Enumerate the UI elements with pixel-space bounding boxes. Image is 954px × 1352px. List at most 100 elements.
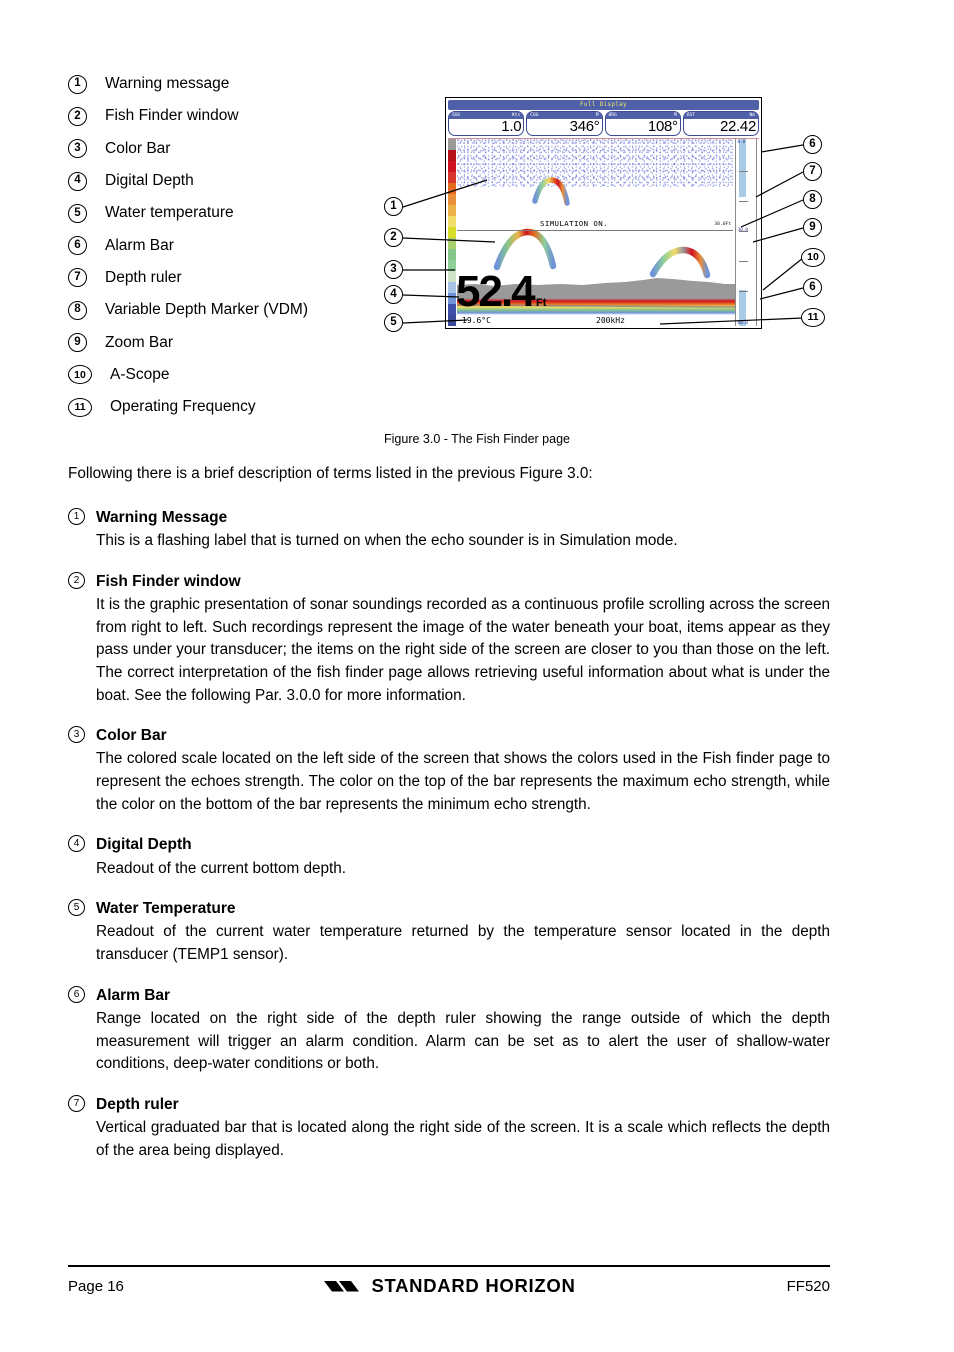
legend-row: 2 Fish Finder window bbox=[68, 100, 398, 132]
data-cell-value: 1.0 bbox=[501, 118, 522, 135]
term-description: This is a flashing label that is turned … bbox=[96, 532, 678, 550]
legend-number-badge: 7 bbox=[68, 268, 87, 288]
color-bar-segment bbox=[448, 216, 456, 227]
term-title: Fish Finder window bbox=[96, 572, 241, 590]
ruler-tick bbox=[739, 261, 748, 262]
color-bar-segment bbox=[448, 161, 456, 172]
figure-legend-list: 1 Warning message 2 Fish Finder window 3 Colo… bbox=[68, 68, 398, 423]
data-cell-value: 22.42 bbox=[719, 118, 756, 135]
legend-row: 4 Digital Depth bbox=[68, 165, 398, 197]
legend-label: Color Bar bbox=[105, 139, 171, 157]
operating-frequency-value: 200kHz bbox=[596, 316, 625, 325]
callout-3: 3 bbox=[384, 260, 403, 279]
data-cell-sog: SOG Kts 1.0 bbox=[448, 111, 525, 136]
color-bar-segment bbox=[448, 172, 456, 183]
data-cell-cog: COG M 346° bbox=[526, 111, 603, 136]
legend-label: Warning message bbox=[105, 75, 230, 93]
term-block: 4 Digital Depth Readout of the current bot… bbox=[68, 833, 830, 880]
color-bar-segment bbox=[448, 304, 456, 315]
data-cell-brg: BRG M 108° bbox=[604, 111, 681, 136]
legend-row: 7 Depth ruler bbox=[68, 262, 398, 294]
legend-number-badge: 3 bbox=[68, 139, 87, 159]
term-description: Readout of the current water temperature… bbox=[96, 923, 830, 964]
legend-number-badge: 2 bbox=[68, 106, 87, 126]
term-block: 7 Depth ruler Vertical graduated bar that … bbox=[68, 1093, 830, 1163]
standard-horizon-logo-icon bbox=[324, 1280, 360, 1291]
footer-brand-name: STANDARD HORIZON bbox=[371, 1275, 576, 1296]
term-title: Water Temperature bbox=[96, 900, 236, 918]
body-text-container: Following there is a brief description o… bbox=[68, 463, 830, 1179]
callout-2: 2 bbox=[384, 228, 403, 247]
terms-list: 1 Warning Message This is a flashing label… bbox=[68, 506, 830, 1162]
term-title: Warning Message bbox=[96, 508, 228, 526]
figure-caption: Figure 3.0 - The Fish Finder page bbox=[384, 432, 570, 446]
color-bar-segment bbox=[448, 238, 456, 249]
legend-row: 3 Color Bar bbox=[68, 133, 398, 165]
callout-9: 9 bbox=[803, 218, 822, 237]
term-title: Digital Depth bbox=[96, 836, 192, 854]
term-block: 2 Fish Finder window It is the graphic pre… bbox=[68, 570, 830, 707]
color-bar-segment bbox=[448, 260, 456, 271]
ruler-label-mid: 30.0 bbox=[737, 228, 748, 233]
color-bar-segment bbox=[448, 271, 456, 282]
depth-ruler-zone: 0.0 30.0 60.0 bbox=[733, 139, 759, 326]
ruler-tick bbox=[739, 171, 748, 172]
term-description: Range located on the right side of the d… bbox=[96, 1009, 830, 1073]
legend-number-badge: 11 bbox=[68, 397, 92, 417]
legend-row: 5 Water temperature bbox=[68, 197, 398, 229]
page-footer: Page 16 STANDARD HORIZON FF520 bbox=[68, 1272, 830, 1300]
data-cell-value: 108° bbox=[647, 118, 678, 135]
legend-label: Variable Depth Marker (VDM) bbox=[105, 301, 308, 319]
zoom-bar bbox=[748, 139, 755, 326]
digital-depth-unit: Ft bbox=[536, 297, 547, 309]
water-temperature-value: 19.6°C bbox=[462, 316, 491, 325]
legend-number-badge: 5 bbox=[68, 203, 87, 223]
legend-row: 1 Warning message bbox=[68, 68, 398, 100]
term-heading: 4 Digital Depth bbox=[68, 833, 830, 856]
ruler-label-top: 0.0 bbox=[737, 139, 746, 145]
color-bar-segment bbox=[448, 315, 456, 326]
legend-row: 8 Variable Depth Marker (VDM) bbox=[68, 294, 398, 326]
color-bar-segment bbox=[448, 183, 456, 194]
color-bar-segment bbox=[448, 282, 456, 293]
legend-number-badge: 8 bbox=[68, 300, 87, 320]
callout-8: 8 bbox=[803, 190, 822, 209]
color-bar-segment bbox=[448, 249, 456, 260]
data-cell-dst: DST Nm 22.42 bbox=[682, 111, 759, 136]
data-cell-value: 346° bbox=[569, 118, 600, 135]
legend-row: 10 A-Scope bbox=[68, 359, 398, 391]
term-number-badge: 7 bbox=[68, 1094, 85, 1112]
color-bar-segment bbox=[448, 194, 456, 205]
legend-row: 6 Alarm Bar bbox=[68, 229, 398, 261]
term-description: Vertical graduated bar that is located a… bbox=[96, 1119, 830, 1159]
callout-7: 7 bbox=[803, 162, 822, 181]
legend-number-badge: 10 bbox=[68, 365, 92, 385]
legend-row: 9 Zoom Bar bbox=[68, 326, 398, 358]
color-bar bbox=[448, 139, 456, 326]
footer-divider bbox=[68, 1265, 830, 1267]
callout-6a: 6 bbox=[803, 135, 822, 154]
device-screen: Full Display SOG Kts 1.0 COG M 346° BRG M 108° DS… bbox=[445, 97, 762, 329]
term-number-badge: 1 bbox=[68, 507, 85, 525]
term-heading: 1 Warning Message bbox=[68, 506, 830, 529]
color-bar-segment bbox=[448, 139, 456, 150]
legend-number-badge: 4 bbox=[68, 171, 87, 191]
color-bar-segment bbox=[448, 293, 456, 304]
digital-depth-value: 52.4 bbox=[456, 266, 536, 316]
footer-brand: STANDARD HORIZON bbox=[238, 1275, 660, 1297]
warning-message: SIMULATION ON. bbox=[540, 219, 608, 228]
term-title: Color Bar bbox=[96, 727, 167, 745]
legend-number-badge: 1 bbox=[68, 74, 87, 94]
term-title: Alarm Bar bbox=[96, 986, 171, 1004]
footer-page-number: Page 16 bbox=[68, 1277, 124, 1295]
color-bar-segment bbox=[448, 150, 456, 161]
intro-paragraph: Following there is a brief description o… bbox=[68, 465, 593, 482]
callout-6b: 6 bbox=[803, 278, 822, 297]
legend-number-badge: 6 bbox=[68, 236, 87, 256]
ruler-tick bbox=[739, 201, 748, 202]
term-description: The colored scale located on the left si… bbox=[96, 750, 830, 813]
legend-label: A-Scope bbox=[110, 365, 170, 383]
term-block: 1 Warning Message This is a flashing label… bbox=[68, 506, 830, 553]
legend-label: Alarm Bar bbox=[105, 236, 174, 254]
term-heading: 5 Water Temperature bbox=[68, 897, 830, 920]
